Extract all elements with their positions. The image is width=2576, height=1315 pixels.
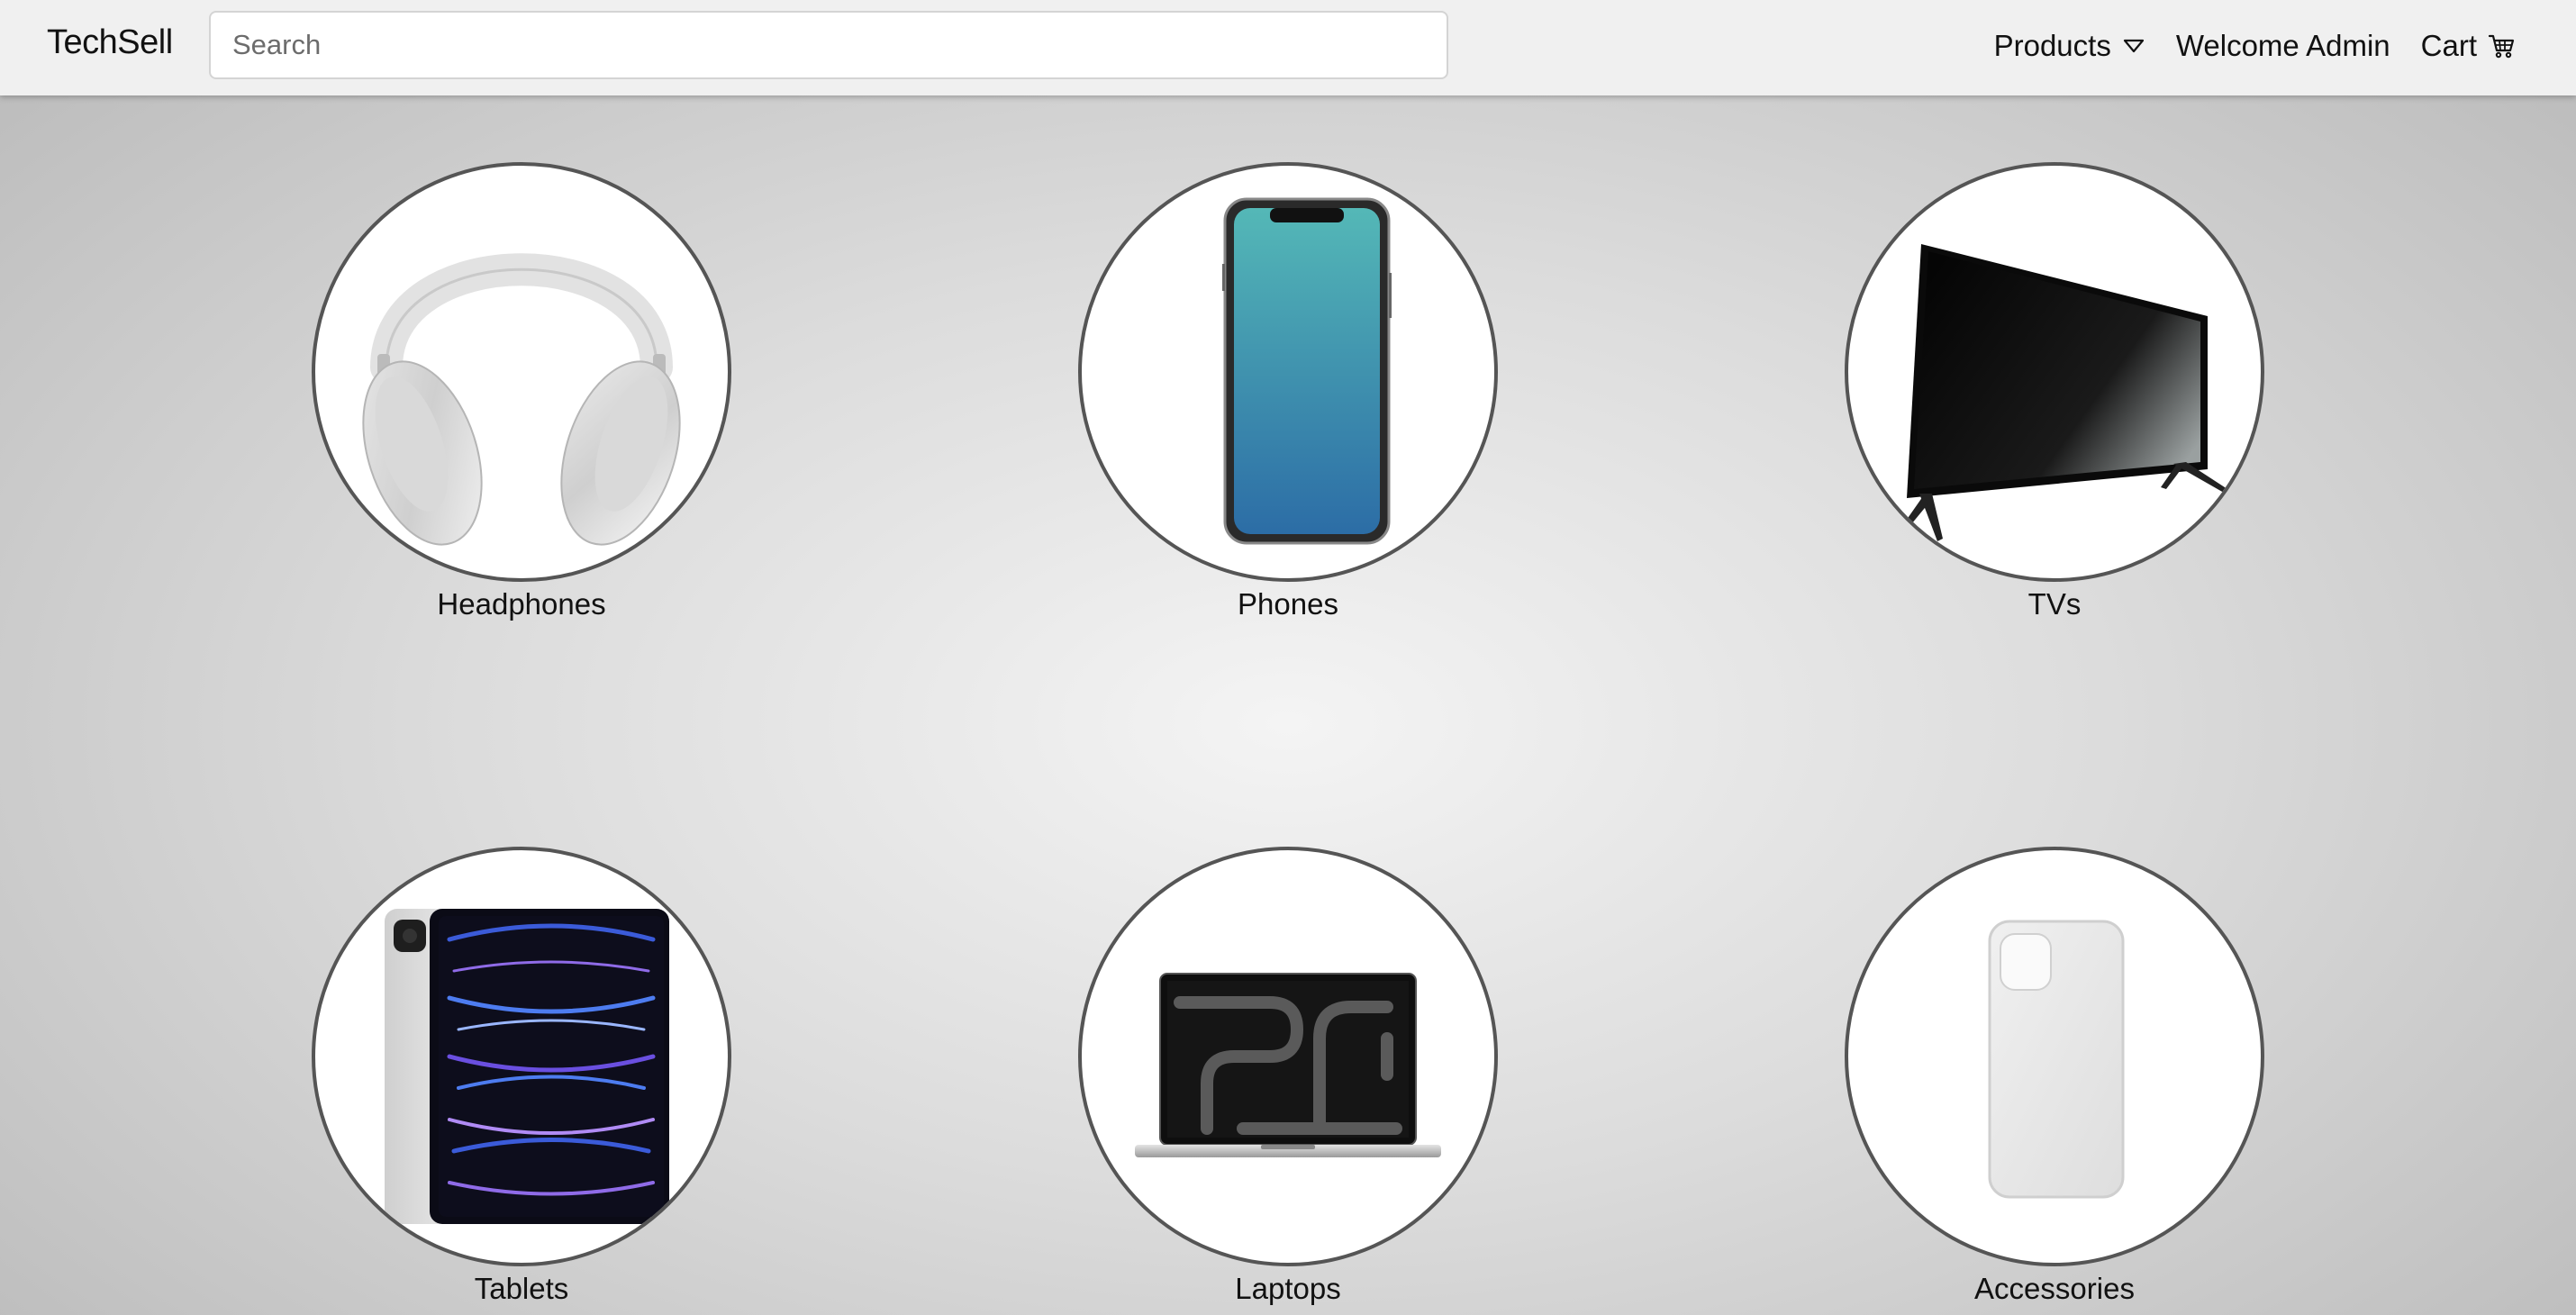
category-label[interactable]: Laptops [1235,1272,1340,1306]
triangle-down-icon [2122,37,2145,55]
category-label[interactable]: Headphones [437,587,605,621]
cart-link[interactable]: Cart [2421,29,2515,63]
tv-image [1898,244,2227,541]
phone-image [1222,197,1392,545]
category-card-tablets[interactable]: Tablets [312,847,731,1306]
category-circle[interactable] [1845,847,2264,1266]
products-dropdown[interactable]: Products [1994,29,2145,63]
category-card-laptops[interactable]: Laptops [1078,847,1498,1306]
welcome-label: Welcome Admin [2175,29,2390,62]
laptop-image [1135,973,1441,1157]
category-card-headphones[interactable]: Headphones [312,162,731,621]
search-input[interactable] [209,11,1448,79]
cart-icon [2488,32,2515,59]
category-circle[interactable] [312,847,731,1266]
category-label[interactable]: Phones [1238,587,1338,621]
welcome-user-link[interactable]: Welcome Admin [2176,29,2390,63]
category-label[interactable]: TVs [2028,587,2082,621]
nav-menu: Products Welcome Admin Cart [1994,0,2515,92]
category-grid: Headphones Phones TVs Tablets Laptops Ac… [0,95,2576,1315]
category-label[interactable]: Tablets [475,1272,569,1306]
category-card-accessories[interactable]: Accessories [1845,847,2264,1306]
tablet-image [385,909,669,1224]
category-label[interactable]: Accessories [1974,1272,2135,1306]
category-card-tvs[interactable]: TVs [1845,162,2264,621]
headphones-image [362,253,681,546]
products-label: Products [1993,29,2111,62]
category-circle[interactable] [1078,847,1498,1266]
category-circle[interactable] [1845,162,2264,582]
phone-case-image [1988,920,2125,1199]
category-card-phones[interactable]: Phones [1078,162,1498,621]
category-circle[interactable] [312,162,731,582]
cart-label: Cart [2420,29,2477,62]
category-circle[interactable] [1078,162,1498,582]
top-navbar: TechSell Products Welcome Admin Cart [0,0,2576,95]
brand-logo[interactable]: TechSell [47,23,173,62]
